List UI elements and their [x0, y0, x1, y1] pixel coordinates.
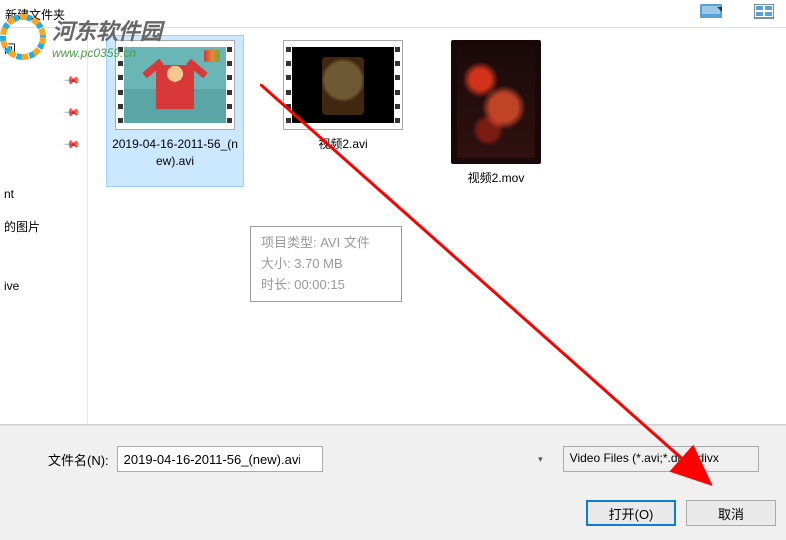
view-mode-details-icon[interactable]: [754, 4, 772, 18]
chevron-down-icon[interactable]: ▾: [538, 454, 543, 465]
tooltip-duration: 时长: 00:00:15: [261, 275, 391, 296]
watermark-logo: [0, 14, 46, 60]
cancel-button[interactable]: 取消: [686, 500, 776, 526]
sidebar-item-3[interactable]: 📌: [0, 128, 87, 160]
video-thumbnail: [451, 40, 541, 164]
file-label: 2019-04-16-2011-56_(new).avi: [111, 136, 239, 170]
sidebar-item-7[interactable]: ive: [0, 270, 87, 302]
sidebar-item-4[interactable]: nt: [0, 178, 87, 210]
sidebar: 问 📌 📌 📌 nt 的图片 ive: [0, 28, 88, 424]
filename-label: 文件名(N):: [48, 450, 109, 469]
pin-icon: 📌: [63, 135, 82, 154]
file-list-pane: 2019-04-16-2011-56_(new).avi 视频2.avi 视频2…: [88, 28, 786, 424]
view-mode-thumbnails-icon[interactable]: [700, 4, 718, 18]
file-tooltip: 项目类型: AVI 文件 大小: 3.70 MB 时长: 00:00:15: [250, 226, 402, 302]
filetype-dropdown[interactable]: Video Files (*.avi;*.div;*.divx: [563, 446, 759, 472]
watermark-overlay: 河东软件园 www.pc0359.cn: [0, 14, 162, 60]
watermark-title: 河东软件园: [52, 14, 162, 46]
pin-icon: 📌: [63, 103, 82, 122]
sidebar-item-label: ive: [4, 279, 19, 293]
tooltip-size: 大小: 3.70 MB: [261, 254, 391, 275]
file-label: 视频2.avi: [318, 136, 367, 153]
watermark-url: www.pc0359.cn: [52, 46, 162, 60]
sidebar-item-1[interactable]: 📌: [0, 64, 87, 96]
file-item[interactable]: 视频2.mov: [446, 40, 546, 187]
sidebar-item-2[interactable]: 📌: [0, 96, 87, 128]
pin-icon: 📌: [63, 71, 82, 90]
filename-input[interactable]: [117, 446, 323, 472]
tooltip-type: 项目类型: AVI 文件: [261, 233, 391, 254]
sidebar-item-label: 的图片: [4, 218, 40, 235]
sidebar-item-5[interactable]: 的图片: [0, 210, 87, 242]
video-thumbnail: [283, 40, 403, 130]
footer-bar: 文件名(N): ▾ Video Files (*.avi;*.div;*.div…: [0, 425, 786, 490]
file-label: 视频2.mov: [468, 170, 525, 187]
open-button[interactable]: 打开(O): [586, 500, 676, 526]
file-item[interactable]: 视频2.avi: [278, 40, 408, 187]
sidebar-item-label: nt: [4, 187, 14, 201]
